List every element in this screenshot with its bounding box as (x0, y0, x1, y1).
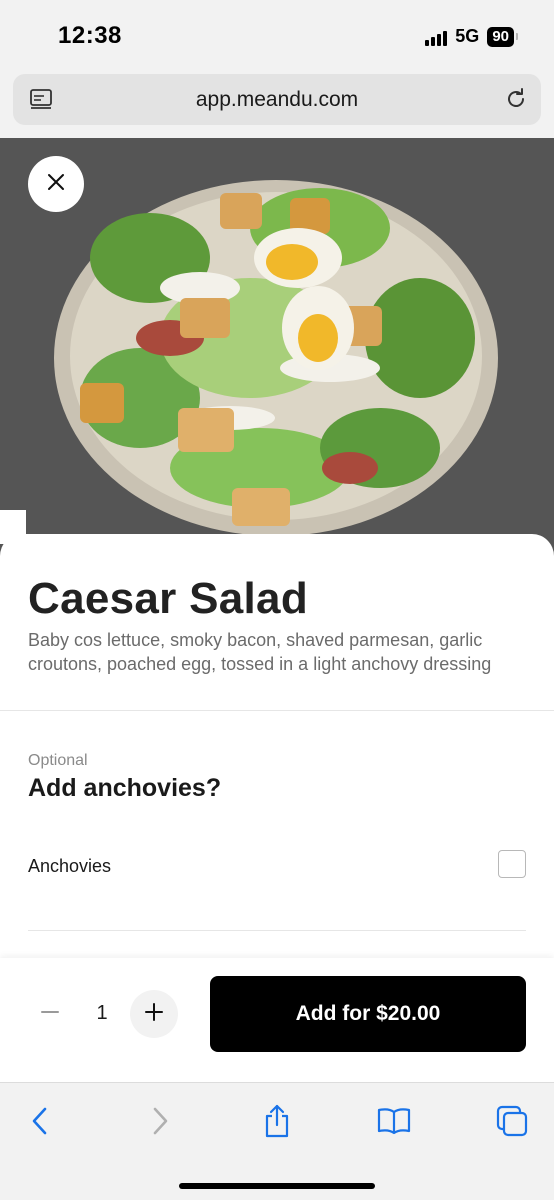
dish-title: Caesar Salad (28, 574, 308, 623)
battery-icon: 90 (487, 26, 518, 47)
dish-image (0, 138, 554, 558)
network-type: 5G (455, 26, 480, 46)
url-text[interactable]: app.meandu.com (13, 88, 541, 112)
close-button[interactable] (28, 156, 84, 212)
dish-description: Baby cos lettuce, smoky bacon, shaved pa… (28, 630, 492, 674)
back-icon (28, 1106, 52, 1141)
anchovies-checkbox[interactable] (498, 850, 526, 878)
status-bar: 12:38 5G 90 (0, 0, 554, 72)
bookmarks-icon (376, 1106, 412, 1141)
increase-quantity-button[interactable] (130, 990, 178, 1038)
add-to-order-button[interactable]: Add for $20.00 (210, 976, 526, 1052)
browser-url-area: app.meandu.com (0, 72, 554, 138)
divider (28, 930, 526, 931)
browser-toolbar (0, 1082, 554, 1200)
minus-icon (40, 1002, 60, 1027)
status-indicators: 5G 90 (425, 26, 518, 47)
order-action-bar: 1 Add for $20.00 (0, 958, 554, 1082)
divider (0, 710, 554, 711)
plus-icon (144, 1002, 164, 1027)
forward-button[interactable] (138, 1101, 182, 1145)
modifier-tag: Optional (28, 752, 88, 769)
home-indicator (179, 1183, 375, 1189)
close-icon (46, 172, 66, 197)
tabs-button[interactable] (490, 1101, 534, 1145)
reload-icon[interactable] (503, 86, 529, 117)
share-icon (262, 1103, 292, 1144)
quantity-value: 1 (96, 1002, 108, 1024)
tabs-icon (495, 1104, 529, 1143)
forward-icon (148, 1106, 172, 1141)
modifier-option-label: Anchovies (28, 856, 112, 876)
bookmarks-button[interactable] (372, 1101, 416, 1145)
url-bar[interactable]: app.meandu.com (13, 74, 541, 125)
signal-icon (425, 28, 448, 46)
modifier-option-anchovies[interactable]: Anchovies (28, 850, 526, 882)
share-button[interactable] (255, 1101, 299, 1145)
status-time: 12:38 (58, 22, 122, 49)
back-button[interactable] (18, 1101, 62, 1145)
modifier-title: Add anchovies? (28, 774, 222, 802)
decrease-quantity-button[interactable] (28, 992, 72, 1036)
